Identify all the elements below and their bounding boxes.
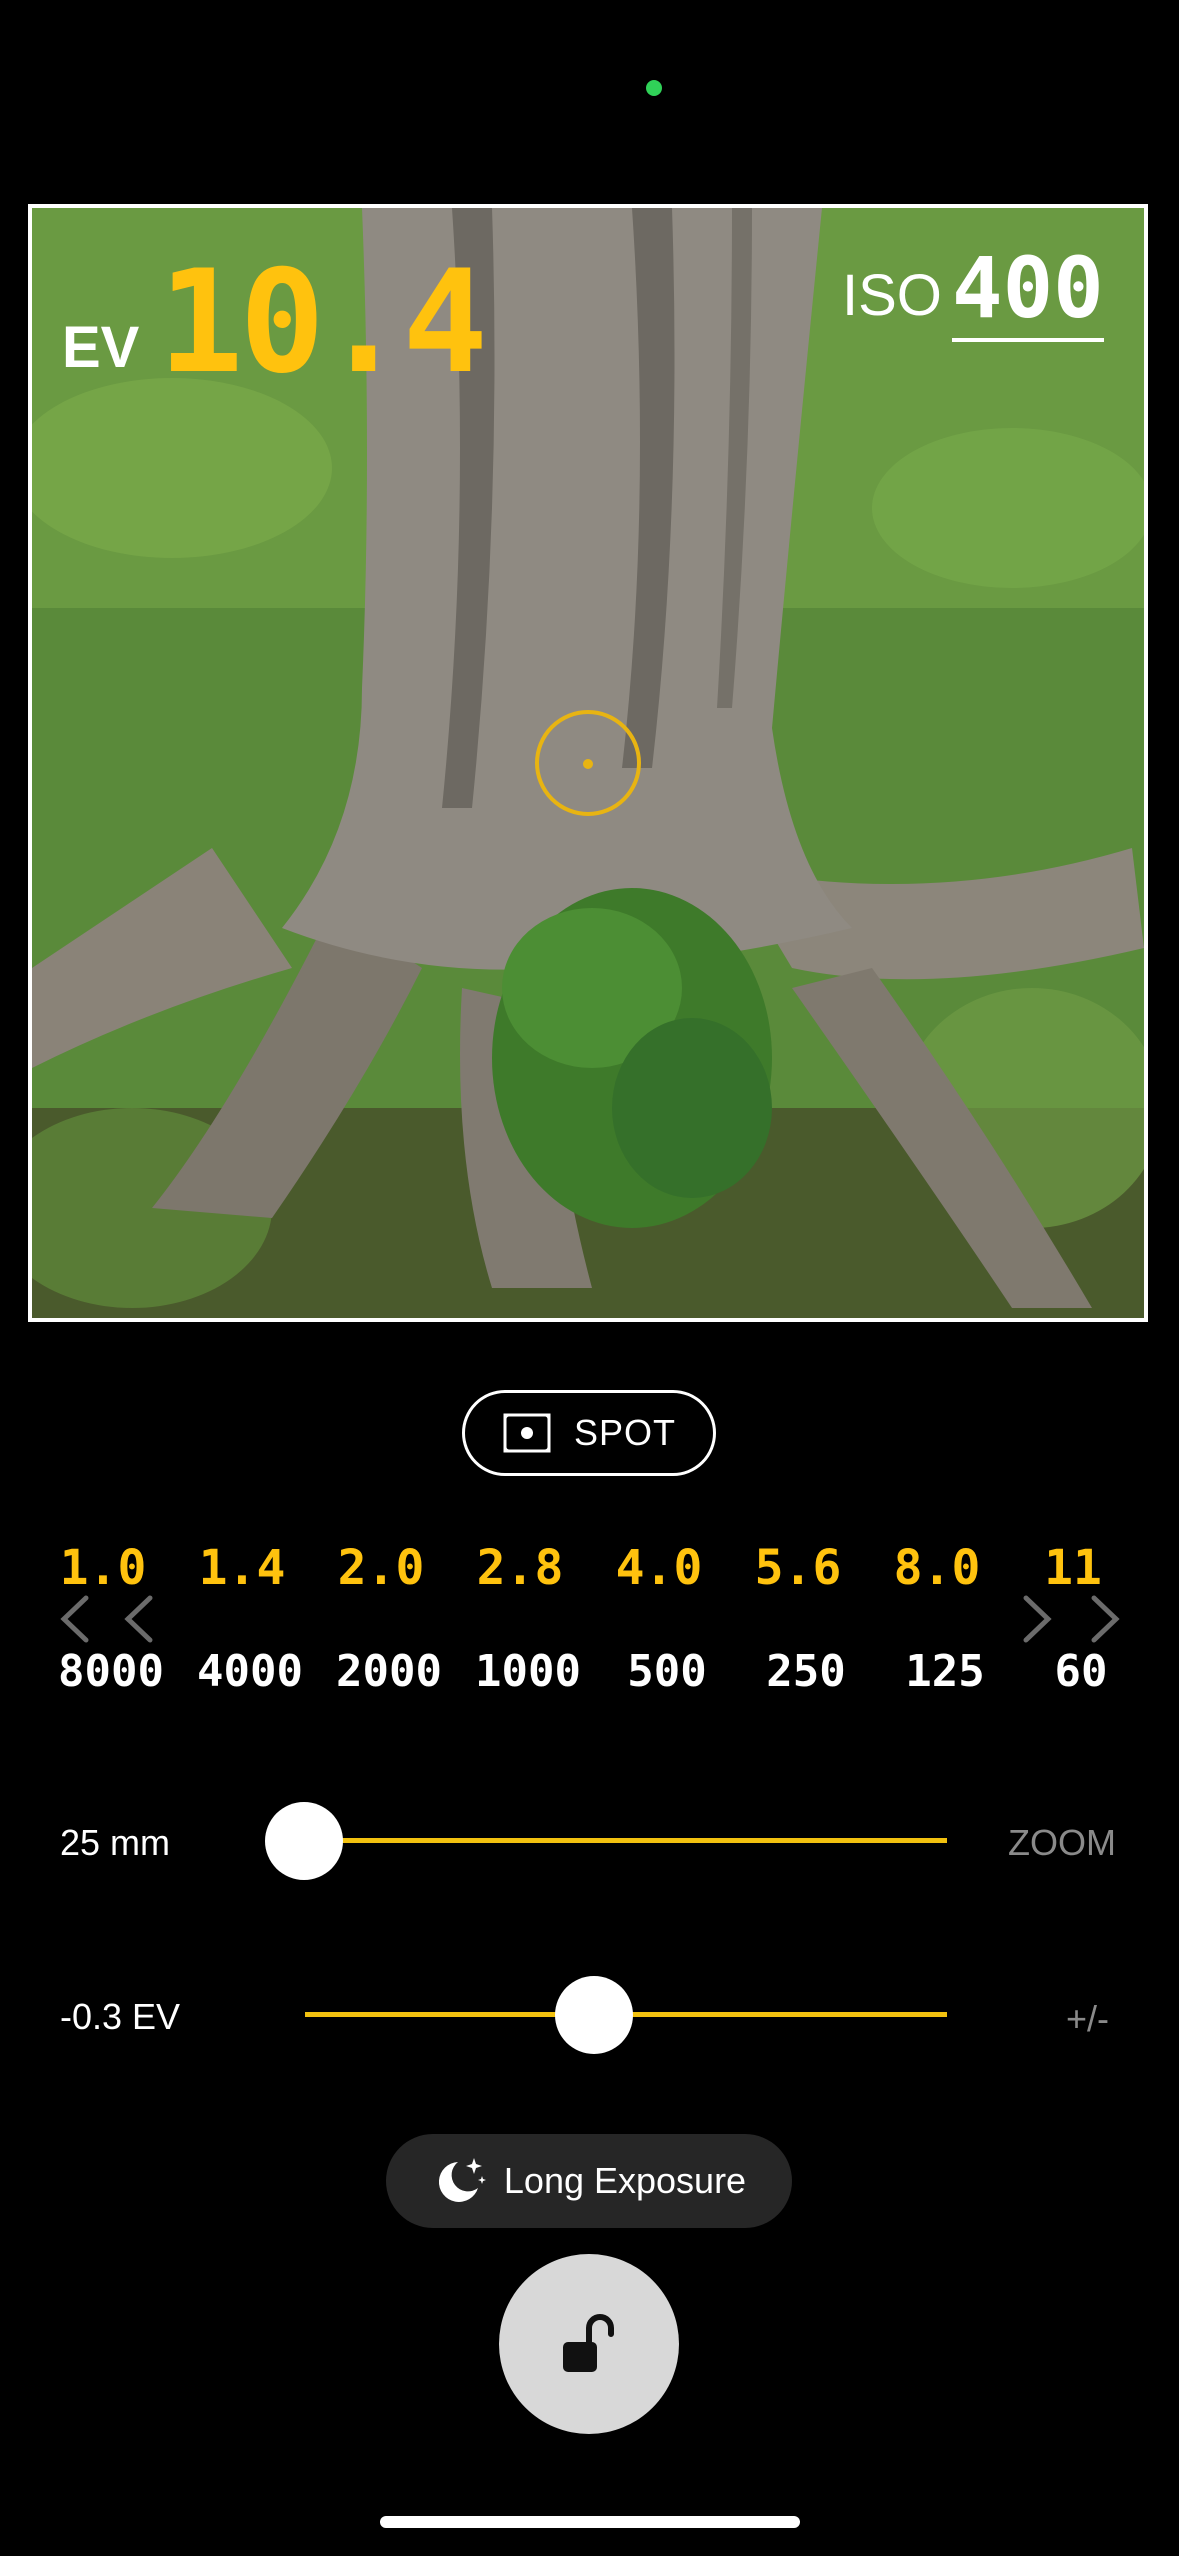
long-exposure-label: Long Exposure: [503, 2160, 747, 2201]
aperture-value[interactable]: 8.0: [872, 1540, 1002, 1596]
zoom-label: ZOOM: [1008, 1822, 1116, 1863]
shutter-speed-value[interactable]: 500: [602, 1646, 732, 1697]
long-exposure-button[interactable]: Long Exposure: [386, 2134, 792, 2228]
exposure-comp-slider-thumb[interactable]: [554, 1976, 633, 2054]
shutter-speed-value[interactable]: 250: [741, 1646, 871, 1697]
metering-mode-button[interactable]: SPOT: [462, 1390, 716, 1476]
ev-value: 10.4: [158, 240, 488, 405]
iso-label: ISO: [842, 263, 942, 328]
aperture-value[interactable]: 2.8: [455, 1540, 585, 1596]
shutter-speed-value[interactable]: 2000: [324, 1646, 454, 1697]
shutter-speed-value[interactable]: 1000: [463, 1646, 593, 1697]
aperture-value[interactable]: 1.4: [177, 1540, 307, 1596]
chevron-right-icon[interactable]: [1082, 1594, 1126, 1644]
home-indicator[interactable]: [380, 2516, 800, 2528]
ev-label: EV: [62, 315, 140, 380]
aperture-value[interactable]: 5.6: [733, 1540, 863, 1596]
spot-metering-icon: [503, 1413, 551, 1453]
zoom-slider-thumb[interactable]: [265, 1802, 343, 1880]
moon-stars-icon: [438, 2158, 486, 2202]
focus-point-center: [583, 759, 593, 769]
aperture-value[interactable]: 1.0: [38, 1540, 168, 1596]
zoom-slider-track[interactable]: [305, 1838, 947, 1843]
shutter-speed-value[interactable]: 8000: [46, 1646, 176, 1697]
chevron-left-icon[interactable]: [54, 1594, 98, 1644]
exposure-comp-label: +/-: [1066, 1998, 1110, 2039]
metering-mode-label: SPOT: [573, 1412, 676, 1453]
aperture-value[interactable]: 4.0: [594, 1540, 724, 1596]
aperture-value[interactable]: 11: [1008, 1540, 1138, 1596]
unlocked-padlock-icon: [563, 2314, 614, 2372]
aperture-value[interactable]: 2.0: [316, 1540, 446, 1596]
exposure-comp-value-label: -0.3 EV: [60, 1996, 181, 2037]
chevron-right-icon[interactable]: [1014, 1594, 1058, 1644]
exposure-lock-button[interactable]: [499, 2254, 679, 2434]
camera-active-indicator: [646, 80, 662, 96]
zoom-value-label: 25 mm: [60, 1822, 171, 1863]
shutter-speed-value[interactable]: 60: [1016, 1646, 1146, 1697]
chevron-left-icon[interactable]: [118, 1594, 162, 1644]
shutter-speed-value[interactable]: 125: [880, 1646, 1010, 1697]
iso-value[interactable]: 400: [952, 240, 1104, 342]
shutter-speed-value[interactable]: 4000: [185, 1646, 315, 1697]
